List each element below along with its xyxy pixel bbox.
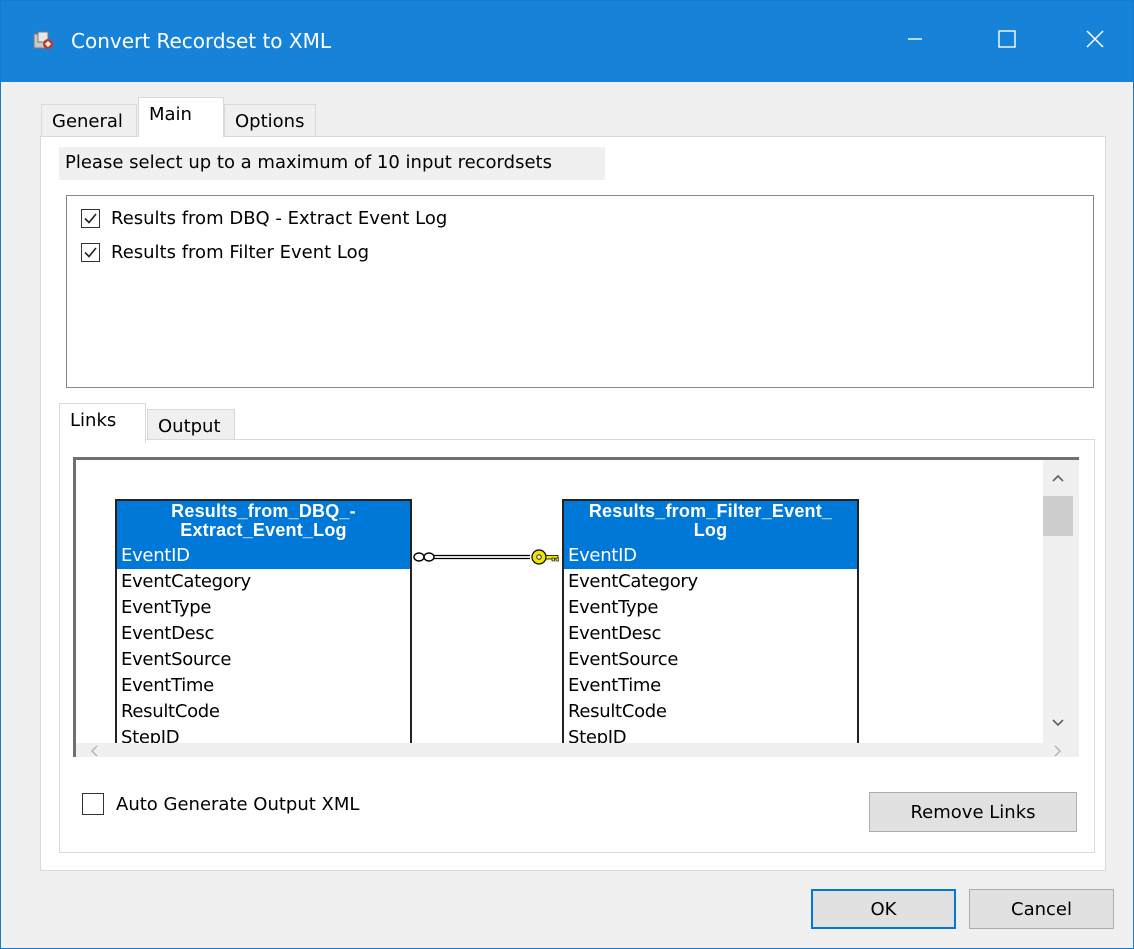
horizontal-scrollbar[interactable] [76,743,1079,757]
recordset-label: Results from DBQ - Extract Event Log [111,207,448,229]
right-field-row[interactable]: EventCategory [564,569,857,595]
left-table-header[interactable]: Results_from_DBQ_- Extract_Event_Log [117,501,410,543]
cancel-button[interactable]: Cancel [969,889,1114,929]
main-tab-panel: Please select up to a maximum of 10 inpu… [40,136,1106,871]
auto-generate-label: Auto Generate Output XML [116,793,360,815]
recordset-checkbox[interactable] [81,208,100,228]
tab-links[interactable]: Links [59,403,146,443]
relationship-link[interactable] [412,546,564,568]
left-table-title-line2: Extract_Event_Log [180,520,347,540]
tab-main-label: Main [149,104,192,125]
left-field-row[interactable]: EventType [117,595,410,621]
chevron-left-icon [91,745,98,757]
left-field-row[interactable]: EventCategory [117,569,410,595]
tab-options-label: Options [235,111,305,132]
maximize-button[interactable] [973,1,1041,82]
checkmark-icon [84,246,97,258]
right-table-title-line2: Log [693,520,728,540]
tab-main[interactable]: Main [138,97,224,137]
links-tab-panel: Results_from_DBQ_- Extract_Event_Log Eve… [59,439,1095,853]
chevron-down-icon [1052,719,1064,727]
right-field-row[interactable]: EventSource [564,647,857,673]
app-icon [33,31,55,51]
many-end-icon [413,552,435,562]
auto-generate-option[interactable]: Auto Generate Output XML [82,793,359,815]
scroll-down-button[interactable] [1043,708,1073,738]
scroll-left-button[interactable] [80,736,110,757]
right-field-row[interactable]: EventDesc [564,621,857,647]
chevron-right-icon [1054,745,1061,757]
minimize-button[interactable] [881,1,949,82]
left-recordset-table[interactable]: Results_from_DBQ_- Extract_Event_Log Eve… [115,499,412,757]
recordset-list[interactable]: Results from DBQ - Extract Event Log Res… [66,195,1094,388]
remove-links-button[interactable]: Remove Links [869,792,1077,832]
vertical-scrollbar[interactable] [1043,460,1079,743]
dialog-window: Convert Recordset to XML General Main Op… [0,0,1134,949]
right-table-header[interactable]: Results_from_Filter_Event_ Log [564,501,857,543]
recordset-checkbox[interactable] [81,242,100,262]
tab-options[interactable]: Options [224,104,316,137]
close-button[interactable] [1061,1,1129,82]
maximize-icon [997,29,1017,55]
instruction-text: Please select up to a maximum of 10 inpu… [59,147,605,180]
minimize-icon [906,30,924,54]
recordset-label: Results from Filter Event Log [111,241,370,263]
vertical-scroll-thumb[interactable] [1043,496,1073,536]
tab-output[interactable]: Output [147,409,235,443]
left-table-title-line1: Results_from_DBQ_- [171,501,356,521]
right-recordset-table[interactable]: Results_from_Filter_Event_ Log EventID E… [562,499,859,757]
chevron-up-icon [1052,474,1064,482]
right-table-title-line1: Results_from_Filter_Event_ [588,501,833,521]
checkmark-icon [84,212,97,224]
title-bar[interactable]: Convert Recordset to XML [1,1,1133,82]
window-title: Convert Recordset to XML [71,29,331,53]
scroll-right-button[interactable] [1042,736,1072,757]
tab-links-label: Links [70,410,117,431]
right-field-row[interactable]: EventType [564,595,857,621]
left-field-row[interactable]: ResultCode [117,699,410,725]
close-icon [1085,29,1105,55]
left-field-row[interactable]: EventTime [117,673,410,699]
recordset-item[interactable]: Results from DBQ - Extract Event Log [81,205,447,231]
auto-generate-checkbox[interactable] [82,793,104,815]
tab-general-label: General [52,111,123,132]
recordset-item[interactable]: Results from Filter Event Log [81,239,369,265]
scroll-up-button[interactable] [1043,463,1073,493]
tab-output-label: Output [158,416,221,437]
left-field-row[interactable]: EventSource [117,647,410,673]
right-field-row[interactable]: EventTime [564,673,857,699]
ok-button[interactable]: OK [811,889,956,929]
right-field-row[interactable]: EventID [564,543,857,569]
key-icon [531,549,559,565]
diagram-area[interactable]: Results_from_DBQ_- Extract_Event_Log Eve… [76,460,1043,757]
right-field-row[interactable]: ResultCode [564,699,857,725]
tab-general[interactable]: General [41,104,137,137]
link-diagram-canvas[interactable]: Results_from_DBQ_- Extract_Event_Log Eve… [73,457,1079,757]
left-field-row[interactable]: EventDesc [117,621,410,647]
left-field-row[interactable]: EventID [117,543,410,569]
